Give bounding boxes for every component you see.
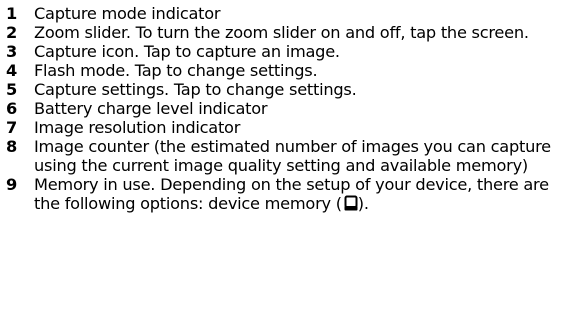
legend-text: Flash mode. Tap to change settings. bbox=[34, 61, 318, 80]
legend-text-end: ). bbox=[357, 194, 369, 213]
legend-item: 3 Capture icon. Tap to capture an image. bbox=[6, 42, 566, 61]
legend-number: 9 bbox=[6, 175, 18, 194]
legend-text: Image counter (the estimated number of i… bbox=[34, 137, 551, 175]
device-memory-icon bbox=[344, 195, 358, 215]
legend-item: 1 Capture mode indicator bbox=[6, 4, 566, 23]
legend-text: Capture icon. Tap to capture an image. bbox=[34, 42, 340, 61]
legend-item: 9 Memory in use. Depending on the setup … bbox=[6, 175, 566, 215]
legend-number: 7 bbox=[6, 118, 18, 137]
legend-text: Image resolution indicator bbox=[34, 118, 241, 137]
legend-number: 2 bbox=[6, 23, 18, 42]
legend-text: Capture mode indicator bbox=[34, 4, 221, 23]
legend-item: 8 Image counter (the estimated number of… bbox=[6, 137, 566, 175]
legend-text-start: Memory in use. Depending on the setup of… bbox=[34, 175, 549, 213]
legend-text: Capture settings. Tap to change settings… bbox=[34, 80, 357, 99]
legend-item: 7 Image resolution indicator bbox=[6, 118, 566, 137]
legend-number: 3 bbox=[6, 42, 18, 61]
legend-item: 2 Zoom slider. To turn the zoom slider o… bbox=[6, 23, 566, 42]
legend-item: 6 Battery charge level indicator bbox=[6, 99, 566, 118]
legend-text-memory: Memory in use. Depending on the setup of… bbox=[34, 175, 566, 215]
legend-list: 1 Capture mode indicator 2 Zoom slider. … bbox=[6, 4, 566, 215]
legend-item: 4 Flash mode. Tap to change settings. bbox=[6, 61, 566, 80]
legend-number: 5 bbox=[6, 80, 18, 99]
legend-number: 6 bbox=[6, 99, 18, 118]
legend-item: 5 Capture settings. Tap to change settin… bbox=[6, 80, 566, 99]
legend-text: Zoom slider. To turn the zoom slider on … bbox=[34, 23, 529, 42]
legend-number: 8 bbox=[6, 137, 18, 156]
legend-number: 4 bbox=[6, 61, 18, 80]
legend-text: Battery charge level indicator bbox=[34, 99, 268, 118]
legend-number: 1 bbox=[6, 4, 18, 23]
